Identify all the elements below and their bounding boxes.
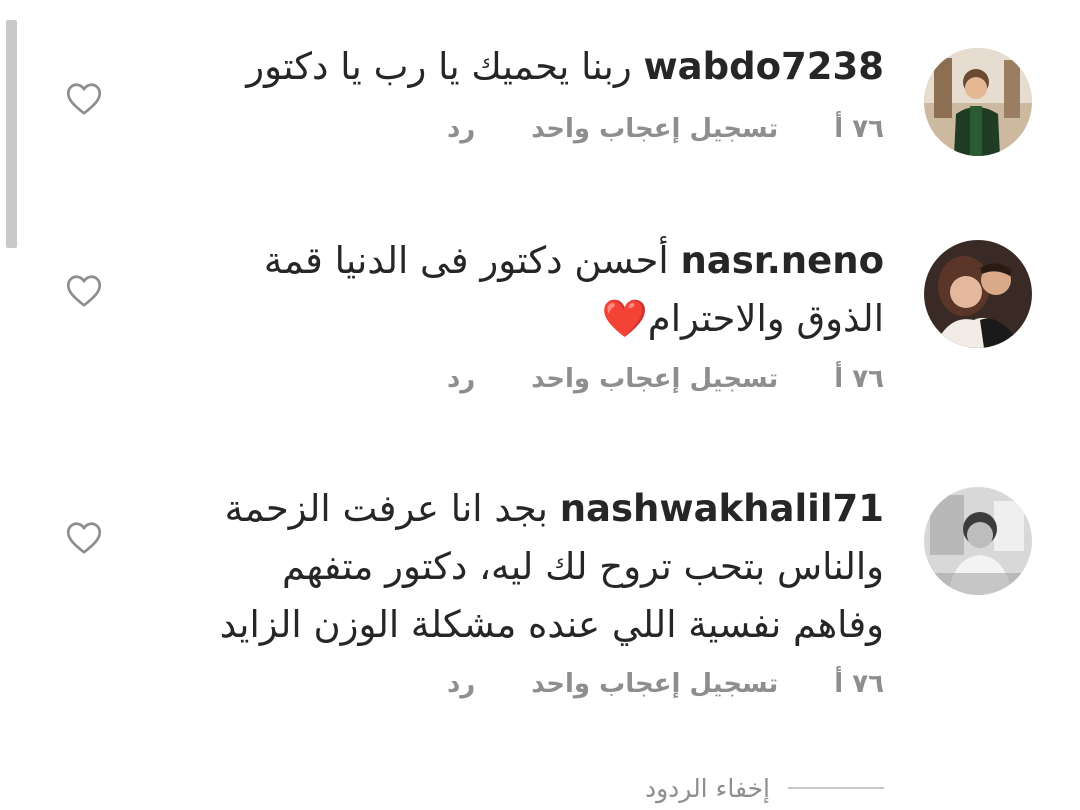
scrollbar[interactable] xyxy=(6,20,17,248)
avatar[interactable] xyxy=(924,240,1032,348)
comment-username[interactable]: nasr.neno xyxy=(680,239,884,282)
reply-button[interactable]: رد xyxy=(447,669,475,699)
comment-like-count[interactable]: تسجيل إعجاب واحد xyxy=(531,114,778,144)
hide-replies-label: إخفاء الردود xyxy=(644,773,770,803)
comment-text: wabdo7238 ربنا يحميك يا رب يا دكتور xyxy=(184,38,884,96)
comment-body: ربنا يحميك يا رب يا دكتور xyxy=(246,45,632,88)
heart-outline-icon[interactable] xyxy=(66,82,102,116)
comment-time: ٧٦ أ xyxy=(834,669,884,699)
comment-username[interactable]: nashwakhalil71 xyxy=(560,487,884,530)
heart-outline-icon[interactable] xyxy=(66,521,102,555)
comment-meta: ٧٦ أ تسجيل إعجاب واحد رد xyxy=(447,364,884,394)
avatar[interactable] xyxy=(924,487,1032,595)
comment-like-count[interactable]: تسجيل إعجاب واحد xyxy=(531,364,778,394)
avatar[interactable] xyxy=(924,48,1032,156)
comment-time: ٧٦ أ xyxy=(834,364,884,394)
comment-text: nasr.neno أحسن دكتور فى الدنيا قمة الذوق… xyxy=(184,232,884,348)
reply-button[interactable]: رد xyxy=(447,114,475,144)
comment-meta: ٧٦ أ تسجيل إعجاب واحد رد xyxy=(447,669,884,699)
reply-button[interactable]: رد xyxy=(447,364,475,394)
heart-outline-icon[interactable] xyxy=(66,274,102,308)
comment-username[interactable]: wabdo7238 xyxy=(643,45,884,88)
comment-time: ٧٦ أ xyxy=(834,114,884,144)
hide-replies-button[interactable]: إخفاء الردود xyxy=(645,766,884,810)
divider-line xyxy=(788,787,884,789)
comment-meta: ٧٦ أ تسجيل إعجاب واحد رد xyxy=(447,114,884,144)
comment-like-count[interactable]: تسجيل إعجاب واحد xyxy=(531,669,778,699)
comment-text: nashwakhalil71 بجد انا عرفت الزحمة والنا… xyxy=(184,480,884,654)
